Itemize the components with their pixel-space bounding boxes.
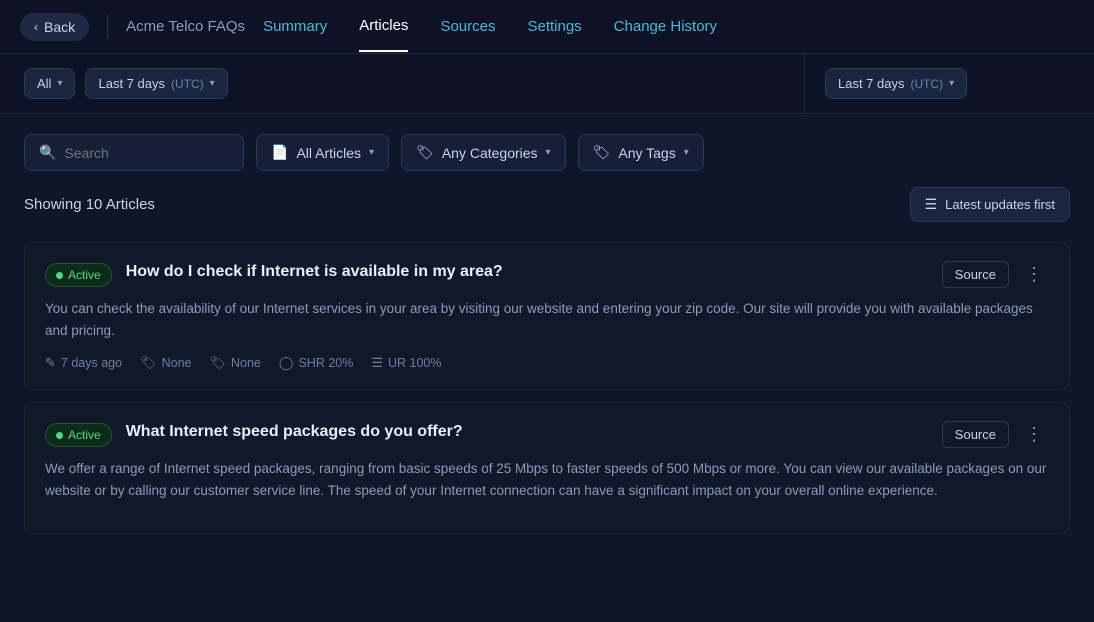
article-meta: ✎ 7 days ago 🏷 None 🏷 None ◯ SHR 20% ☰ U… [45,355,1049,371]
breadcrumb: Acme Telco FAQs [126,18,245,35]
sort-label: Latest updates first [945,197,1055,212]
search-input[interactable] [64,145,229,161]
main-content: 🔍 📄 All Articles ▾ 🏷 Any Categories ▾ 🏷 … [0,114,1094,566]
tag1-icon: 🏷 [140,355,157,371]
meta-tag2: 🏷 None [209,355,260,371]
status-dot-icon [56,272,63,279]
all-filter-label: All [37,76,51,91]
top-left-filters: All ▾ Last 7 days (UTC) ▾ [0,54,804,113]
nav-link-sources[interactable]: Sources [440,2,495,51]
categories-icon: 🏷 [416,144,434,161]
meta-updated: ✎ 7 days ago [45,355,122,371]
date-filter-chevron-icon: ▾ [210,78,215,89]
article-body: We offer a range of Internet speed packa… [45,458,1049,501]
showing-row: Showing 10 Articles ☰ Latest updates fir… [24,187,1070,222]
search-icon: 🔍 [39,144,56,161]
nav-link-change-history[interactable]: Change History [614,2,717,51]
date-filter-tz: (UTC) [171,77,204,91]
tag2-icon: 🏷 [209,355,226,371]
status-label: Active [68,268,101,282]
date-filter-label: Last 7 days [98,76,165,91]
meta-updated-text: 7 days ago [61,356,122,370]
nav-link-summary[interactable]: Summary [263,2,327,51]
article-card: Active What Internet speed packages do y… [24,402,1070,534]
nav-link-settings[interactable]: Settings [527,2,581,51]
top-filter-area: All ▾ Last 7 days (UTC) ▾ Last 7 days (U… [0,54,1094,114]
nav-divider [107,15,108,39]
meta-tag1: 🏷 None [140,355,191,371]
meta-tag2-text: None [231,356,261,370]
date-filter-btn[interactable]: Last 7 days (UTC) ▾ [85,68,227,99]
sort-button[interactable]: ☰ Latest updates first [910,187,1070,222]
any-categories-label: Any Categories [442,145,538,161]
back-chevron-icon: ‹ [34,20,38,34]
all-filter-btn[interactable]: All ▾ [24,68,75,99]
any-tags-label: Any Tags [618,145,675,161]
meta-tag1-text: None [162,356,192,370]
edit-icon: ✎ [45,355,56,371]
more-options-button[interactable]: ⋮ [1019,262,1049,287]
article-header: Active What Internet speed packages do y… [45,421,1049,448]
right-date-filter-btn[interactable]: Last 7 days (UTC) ▾ [825,68,967,99]
back-label: Back [44,19,75,35]
nav-link-articles[interactable]: Articles [359,1,408,52]
right-date-chevron-icon: ▾ [949,78,954,89]
status-badge: Active [45,423,112,447]
top-nav: ‹ Back Acme Telco FAQs Summary Articles … [0,0,1094,54]
right-date-filter-label: Last 7 days [838,76,905,91]
all-filter-chevron-icon: ▾ [57,78,62,89]
article-header: Active How do I check if Internet is ava… [45,261,1049,288]
source-button[interactable]: Source [942,261,1009,288]
sort-icon: ☰ [925,196,938,213]
showing-count: Showing 10 Articles [24,196,155,213]
more-options-button[interactable]: ⋮ [1019,422,1049,447]
shr-icon: ◯ [279,355,294,371]
tags-icon: 🏷 [593,144,611,161]
all-articles-icon: 📄 [271,144,288,161]
all-articles-btn[interactable]: 📄 All Articles ▾ [256,134,389,171]
search-box[interactable]: 🔍 [24,134,244,171]
any-tags-btn[interactable]: 🏷 Any Tags ▾ [578,134,704,171]
all-articles-label: All Articles [296,145,361,161]
article-card: Active How do I check if Internet is ava… [24,242,1070,390]
categories-chevron-icon: ▾ [546,147,551,158]
tags-chevron-icon: ▾ [684,147,689,158]
meta-ur: ☰ UR 100% [371,355,441,371]
status-label: Active [68,428,101,442]
all-articles-chevron-icon: ▾ [369,147,374,158]
right-date-tz: (UTC) [911,77,944,91]
top-right-filters: Last 7 days (UTC) ▾ [804,54,1094,113]
status-dot-icon [56,432,63,439]
search-filter-row: 🔍 📄 All Articles ▾ 🏷 Any Categories ▾ 🏷 … [24,134,1070,171]
source-button[interactable]: Source [942,421,1009,448]
status-badge: Active [45,263,112,287]
meta-shr-text: SHR 20% [298,356,353,370]
meta-shr: ◯ SHR 20% [279,355,353,371]
back-button[interactable]: ‹ Back [20,13,89,41]
any-categories-btn[interactable]: 🏷 Any Categories ▾ [401,134,566,171]
ur-icon: ☰ [371,355,383,371]
article-body: You can check the availability of our In… [45,298,1049,341]
meta-ur-text: UR 100% [388,356,442,370]
article-title: How do I check if Internet is available … [126,261,928,283]
article-actions: Source ⋮ [942,261,1049,288]
article-actions: Source ⋮ [942,421,1049,448]
nav-links: Summary Articles Sources Settings Change… [263,1,717,52]
article-title: What Internet speed packages do you offe… [126,421,928,443]
